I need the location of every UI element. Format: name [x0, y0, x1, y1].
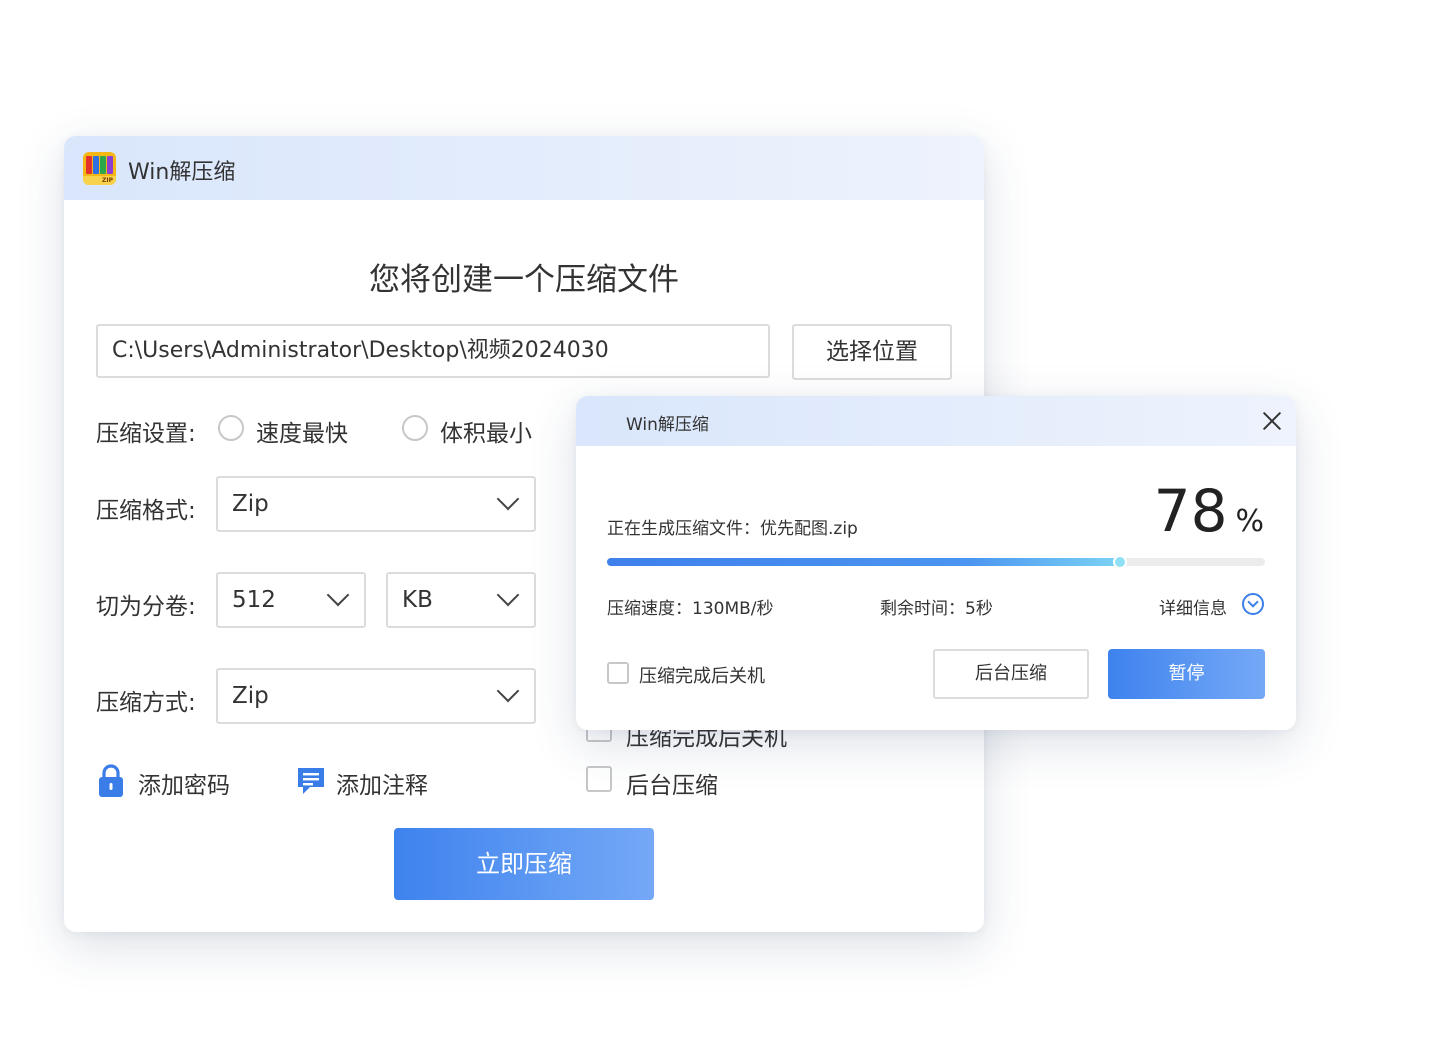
background-compress-label[interactable]: 后台压缩	[626, 766, 718, 800]
split-unit-select[interactable]: KB	[386, 572, 536, 628]
method-select[interactable]: Zip	[216, 668, 536, 724]
lock-icon[interactable]	[98, 764, 124, 798]
chevron-down-icon	[326, 583, 350, 607]
dialog-shutdown-checkbox[interactable]	[607, 662, 629, 684]
format-select[interactable]: Zip	[216, 476, 536, 532]
dialog-shutdown-label[interactable]: 压缩完成后关机	[639, 662, 765, 688]
dialog-title: Win解压缩	[626, 415, 709, 435]
comment-icon[interactable]	[296, 766, 326, 796]
radio-speed-fastest[interactable]	[218, 415, 244, 441]
compress-settings-label: 压缩设置:	[96, 421, 196, 447]
radio-speed-fastest-label[interactable]: 速度最快	[256, 414, 348, 448]
details-link[interactable]: 详细信息	[1159, 594, 1227, 619]
path-input[interactable]: C:\Users\Administrator\Desktop\视频2024030	[96, 324, 770, 378]
format-select-value: Zip	[232, 491, 269, 517]
split-label: 切为分卷:	[96, 594, 196, 620]
progress-bar-knob	[1113, 555, 1128, 569]
app-logo-label: ZIP	[102, 177, 113, 184]
progress-dialog: Win解压缩 正在生成压缩文件：优先配图.zip 78% 压缩速度：130MB/…	[576, 396, 1296, 730]
chevron-down-icon	[496, 583, 520, 607]
app-logo-icon: ZIP	[83, 152, 116, 185]
main-titlebar[interactable]: ZIP Win解压缩	[64, 136, 984, 200]
background-compress-checkbox[interactable]	[586, 766, 612, 792]
radio-size-smallest-label[interactable]: 体积最小	[440, 414, 532, 448]
background-compress-button[interactable]: 后台压缩	[933, 649, 1089, 699]
choose-location-button[interactable]: 选择位置	[792, 324, 952, 380]
chevron-circle-down-icon[interactable]	[1242, 593, 1264, 615]
radio-size-smallest[interactable]	[402, 415, 428, 441]
chevron-down-icon	[496, 679, 520, 703]
progress-percent: 78%	[1154, 478, 1264, 544]
add-password-link[interactable]: 添加密码	[138, 766, 230, 800]
dialog-titlebar[interactable]: Win解压缩	[576, 396, 1296, 446]
progress-percent-sign: %	[1235, 504, 1264, 539]
chevron-down-icon	[496, 487, 520, 511]
progress-bar-fill	[607, 558, 1121, 566]
page-title: 您将创建一个压缩文件	[369, 262, 679, 298]
progress-status-text: 正在生成压缩文件：优先配图.zip	[607, 519, 858, 539]
progress-bar	[607, 555, 1265, 569]
split-size-value: 512	[232, 587, 276, 613]
compress-now-button[interactable]: 立即压缩	[394, 828, 654, 900]
compress-speed: 压缩速度：130MB/秒	[607, 599, 774, 619]
split-unit-value: KB	[402, 587, 433, 613]
format-label: 压缩格式:	[96, 498, 196, 524]
pause-button[interactable]: 暂停	[1108, 649, 1265, 699]
add-comment-link[interactable]: 添加注释	[336, 766, 428, 800]
progress-percent-value: 78	[1153, 477, 1228, 545]
split-size-select[interactable]: 512	[216, 572, 366, 628]
method-select-value: Zip	[232, 683, 269, 709]
close-icon[interactable]	[1262, 411, 1282, 431]
window-title: Win解压缩	[128, 160, 236, 185]
time-remaining: 剩余时间：5秒	[880, 599, 993, 619]
method-label: 压缩方式:	[96, 690, 196, 716]
